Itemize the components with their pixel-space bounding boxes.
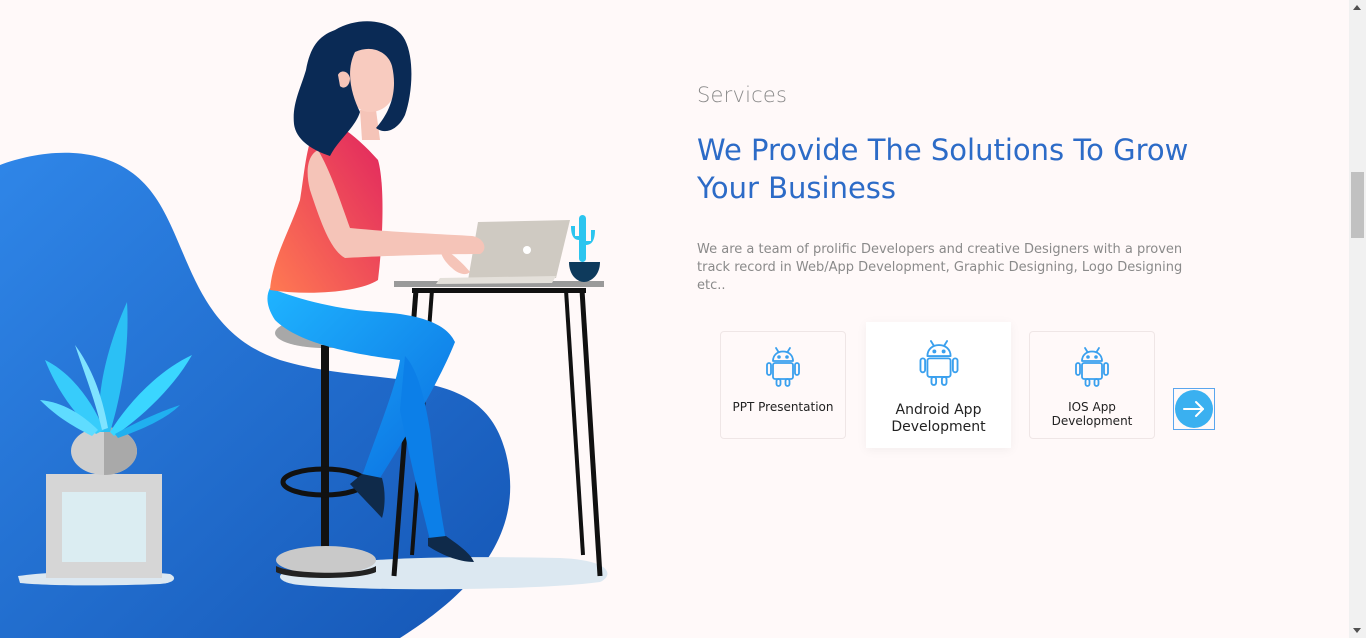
service-card-label: PPT Presentation	[732, 400, 834, 414]
android-icon	[1073, 346, 1111, 392]
android-icon	[917, 338, 961, 392]
service-card-ppt-presentation[interactable]: PPT Presentation	[720, 331, 846, 439]
scroll-up-icon[interactable]	[1353, 5, 1361, 10]
hero-illustration	[0, 0, 660, 638]
arrow-right-icon	[1175, 390, 1213, 428]
scrollbar-thumb[interactable]	[1351, 172, 1364, 238]
section-subtitle: Services	[697, 83, 788, 107]
section-description: We are a team of prolific Developers and…	[697, 242, 1183, 293]
service-card-label: IOS App Development	[1051, 400, 1133, 428]
service-card-label: Android App Development	[891, 402, 986, 435]
page: Services We Provide The Solutions To Gro…	[0, 0, 1349, 638]
scroll-down-icon[interactable]	[1353, 628, 1361, 633]
carousel-next-button[interactable]	[1173, 388, 1215, 430]
service-card-android-app-development[interactable]: Android App Development	[866, 322, 1011, 448]
android-icon	[764, 346, 802, 392]
service-card-ios-app-development[interactable]: IOS App Development	[1029, 331, 1155, 439]
section-headline: We Provide The Solutions To Grow Your Bu…	[697, 133, 1189, 205]
vertical-scrollbar[interactable]	[1349, 0, 1366, 638]
